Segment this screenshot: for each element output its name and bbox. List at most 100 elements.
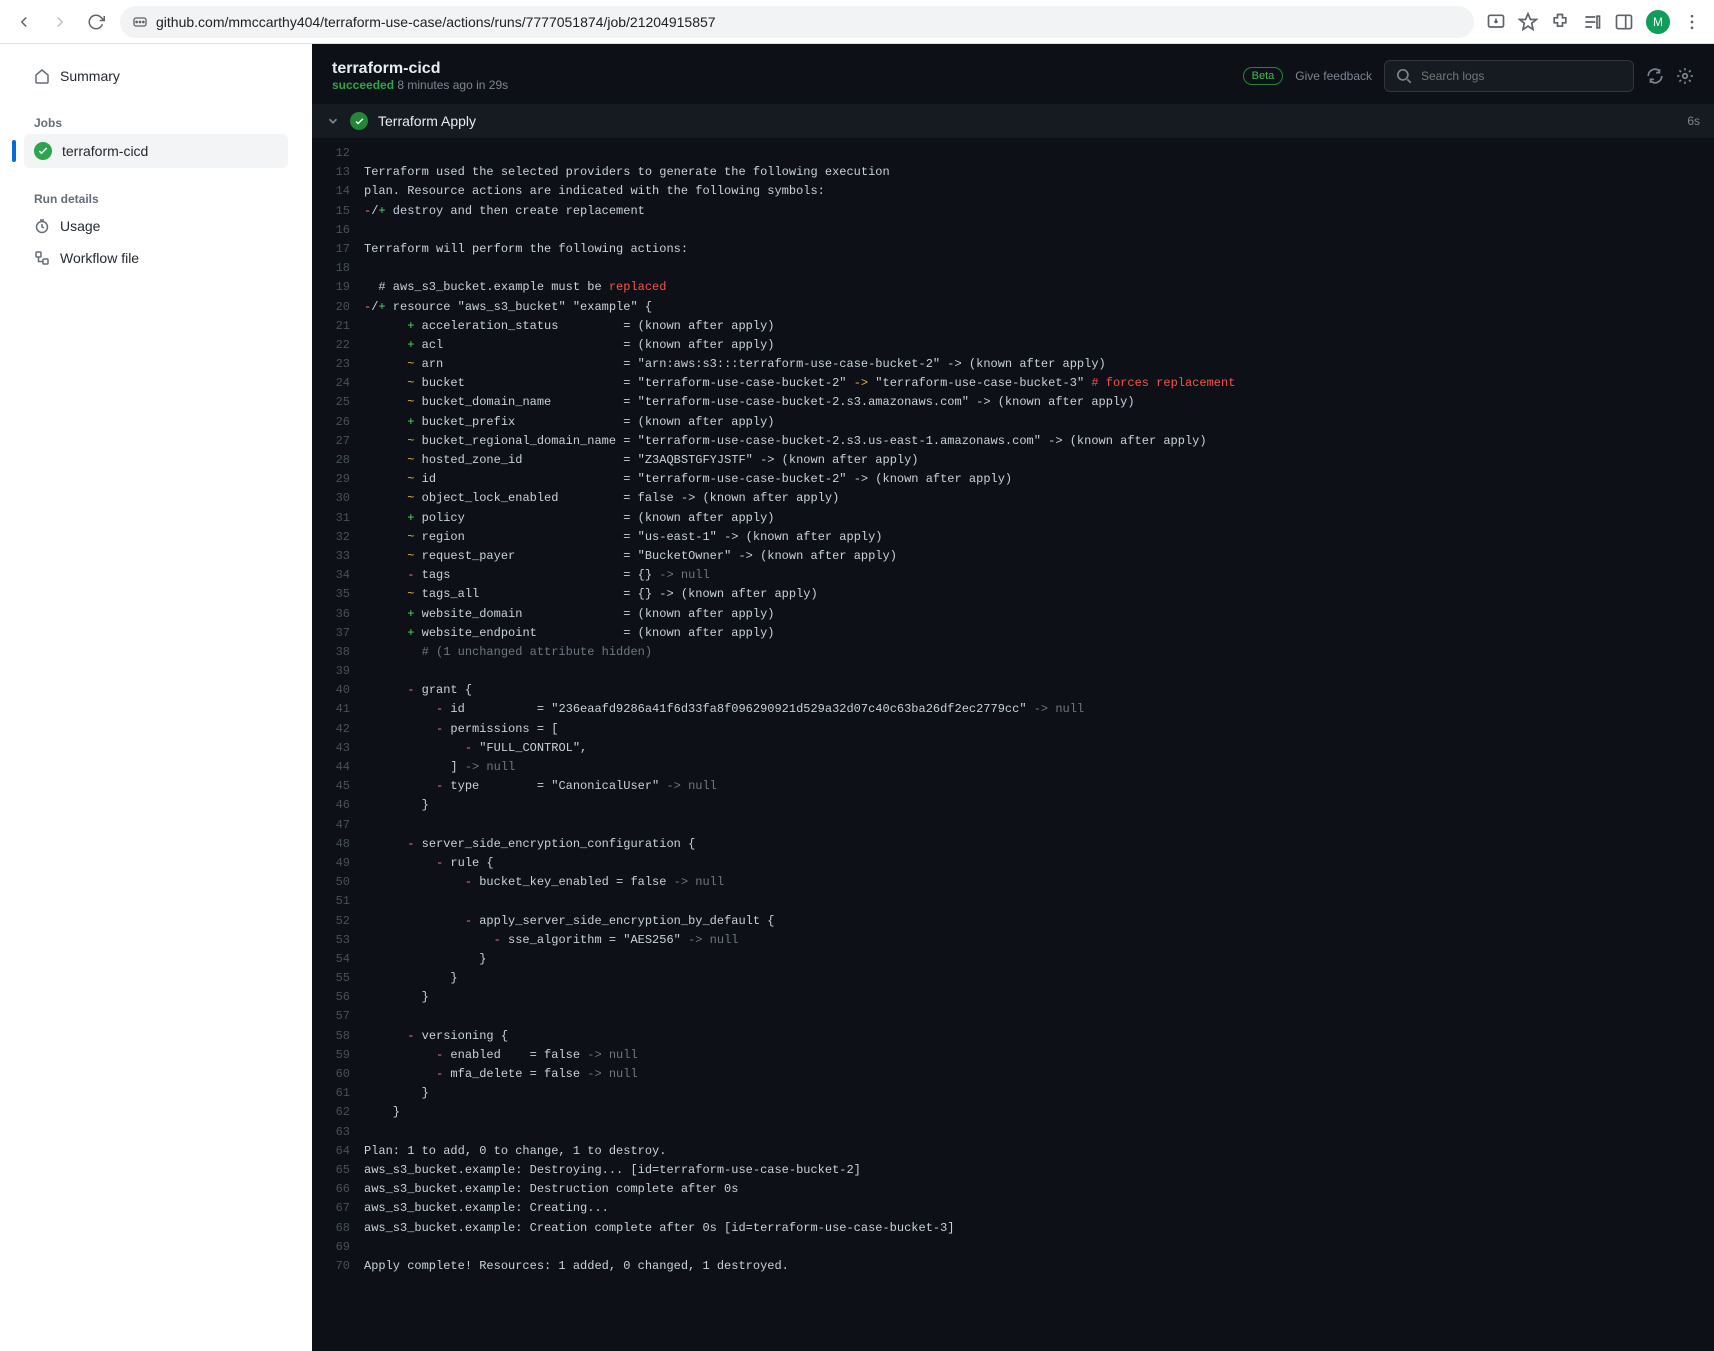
log-line: 41 - id = "236eaafd9286a41f6d33fa8f09629… [312, 700, 1714, 719]
line-number: 13 [312, 163, 364, 182]
log-text: ~ region = "us-east-1" -> (known after a… [364, 528, 883, 547]
log-line: 19 # aws_s3_bucket.example must be repla… [312, 278, 1714, 297]
line-number: 49 [312, 854, 364, 873]
line-number: 60 [312, 1065, 364, 1084]
side-panel-icon[interactable] [1582, 12, 1602, 32]
log-text: - bucket_key_enabled = false -> null [364, 873, 724, 892]
log-line: 16 [312, 221, 1714, 240]
give-feedback-link[interactable]: Give feedback [1295, 69, 1372, 83]
log-line: 32 ~ region = "us-east-1" -> (known afte… [312, 528, 1714, 547]
log-line: 36 + website_domain = (known after apply… [312, 605, 1714, 624]
line-number: 65 [312, 1161, 364, 1180]
line-number: 44 [312, 758, 364, 777]
log-line: 50 - bucket_key_enabled = false -> null [312, 873, 1714, 892]
step-name: Terraform Apply [378, 113, 1677, 129]
log-line: 14plan. Resource actions are indicated w… [312, 182, 1714, 201]
line-number: 62 [312, 1103, 364, 1122]
log-text: - grant { [364, 681, 472, 700]
log-text: - mfa_delete = false -> null [364, 1065, 638, 1084]
line-number: 57 [312, 1007, 364, 1026]
install-icon[interactable] [1486, 12, 1506, 32]
bookmark-icon[interactable] [1518, 12, 1538, 32]
log-line: 51 [312, 892, 1714, 911]
log-line: 65aws_s3_bucket.example: Destroying... [… [312, 1161, 1714, 1180]
panel-icon[interactable] [1614, 12, 1634, 32]
search-logs-input[interactable] [1421, 69, 1623, 83]
line-number: 25 [312, 393, 364, 412]
log-line: 57 [312, 1007, 1714, 1026]
log-line: 27 ~ bucket_regional_domain_name = "terr… [312, 432, 1714, 451]
log-text: # aws_s3_bucket.example must be replaced [364, 278, 666, 297]
line-number: 70 [312, 1257, 364, 1276]
sidebar-item-summary[interactable]: Summary [24, 60, 288, 92]
line-number: 12 [312, 144, 364, 163]
extensions-icon[interactable] [1550, 12, 1570, 32]
home-icon [34, 68, 50, 84]
log-text: } [364, 1103, 400, 1122]
log-text: - versioning { [364, 1027, 508, 1046]
log-line: 26 + bucket_prefix = (known after apply) [312, 413, 1714, 432]
line-number: 67 [312, 1199, 364, 1218]
log-line: 45 - type = "CanonicalUser" -> null [312, 777, 1714, 796]
log-line: 39 [312, 662, 1714, 681]
line-number: 27 [312, 432, 364, 451]
rerun-icon[interactable] [1646, 67, 1664, 85]
search-icon [1395, 67, 1413, 85]
log-text: Terraform used the selected providers to… [364, 163, 890, 182]
line-number: 15 [312, 202, 364, 221]
log-line: 33 ~ request_payer = "BucketOwner" -> (k… [312, 547, 1714, 566]
log-text: Apply complete! Resources: 1 added, 0 ch… [364, 1257, 789, 1276]
line-number: 69 [312, 1238, 364, 1257]
log-line: 52 - apply_server_side_encryption_by_def… [312, 912, 1714, 931]
sidebar-item-workflow-file[interactable]: Workflow file [24, 242, 288, 274]
log-text: plan. Resource actions are indicated wit… [364, 182, 825, 201]
line-number: 34 [312, 566, 364, 585]
log-body: 1213Terraform used the selected provider… [312, 138, 1714, 1282]
search-logs[interactable] [1384, 60, 1634, 92]
line-number: 22 [312, 336, 364, 355]
job-title: terraform-cicd [332, 60, 508, 78]
log-line: 17Terraform will perform the following a… [312, 240, 1714, 259]
log-text: + website_domain = (known after apply) [364, 605, 774, 624]
job-meta: succeeded 8 minutes ago in 29s [332, 78, 508, 92]
log-text: ~ bucket_regional_domain_name = "terrafo… [364, 432, 1207, 451]
line-number: 26 [312, 413, 364, 432]
step-header[interactable]: Terraform Apply 6s [312, 104, 1714, 138]
log-line: 67aws_s3_bucket.example: Creating... [312, 1199, 1714, 1218]
line-number: 55 [312, 969, 364, 988]
reload-button[interactable] [84, 10, 108, 34]
back-button[interactable] [12, 10, 36, 34]
line-number: 28 [312, 451, 364, 470]
line-number: 40 [312, 681, 364, 700]
sidebar-item-job[interactable]: terraform-cicd [24, 134, 288, 168]
log-line: 59 - enabled = false -> null [312, 1046, 1714, 1065]
profile-avatar[interactable]: M [1646, 10, 1670, 34]
settings-icon[interactable] [1676, 67, 1694, 85]
line-number: 38 [312, 643, 364, 662]
stopwatch-icon [34, 218, 50, 234]
sidebar-item-usage[interactable]: Usage [24, 210, 288, 242]
log-line: 69 [312, 1238, 1714, 1257]
sidebar-label: Workflow file [60, 250, 139, 266]
chevron-down-icon [326, 114, 340, 128]
line-number: 59 [312, 1046, 364, 1065]
site-info-icon [132, 14, 148, 30]
log-text: aws_s3_bucket.example: Creation complete… [364, 1219, 955, 1238]
forward-button[interactable] [48, 10, 72, 34]
log-line: 46 } [312, 796, 1714, 815]
line-number: 17 [312, 240, 364, 259]
sidebar: Summary Jobs terraform-cicd Run details … [0, 44, 312, 1351]
log-text: ~ id = "terraform-use-case-bucket-2" -> … [364, 470, 1012, 489]
log-text: aws_s3_bucket.example: Destruction compl… [364, 1180, 738, 1199]
log-line: 43 - "FULL_CONTROL", [312, 739, 1714, 758]
log-line: 20-/+ resource "aws_s3_bucket" "example"… [312, 298, 1714, 317]
log-line: 28 ~ hosted_zone_id = "Z3AQBSTGFYJSTF" -… [312, 451, 1714, 470]
log-text: ~ bucket = "terraform-use-case-bucket-2"… [364, 374, 1235, 393]
log-line: 42 - permissions = [ [312, 720, 1714, 739]
line-number: 20 [312, 298, 364, 317]
log-text: } [364, 969, 458, 988]
log-text: - sse_algorithm = "AES256" -> null [364, 931, 738, 950]
log-text: - server_side_encryption_configuration { [364, 835, 695, 854]
menu-icon[interactable] [1682, 12, 1702, 32]
url-bar[interactable]: github.com/mmccarthy404/terraform-use-ca… [120, 6, 1474, 38]
